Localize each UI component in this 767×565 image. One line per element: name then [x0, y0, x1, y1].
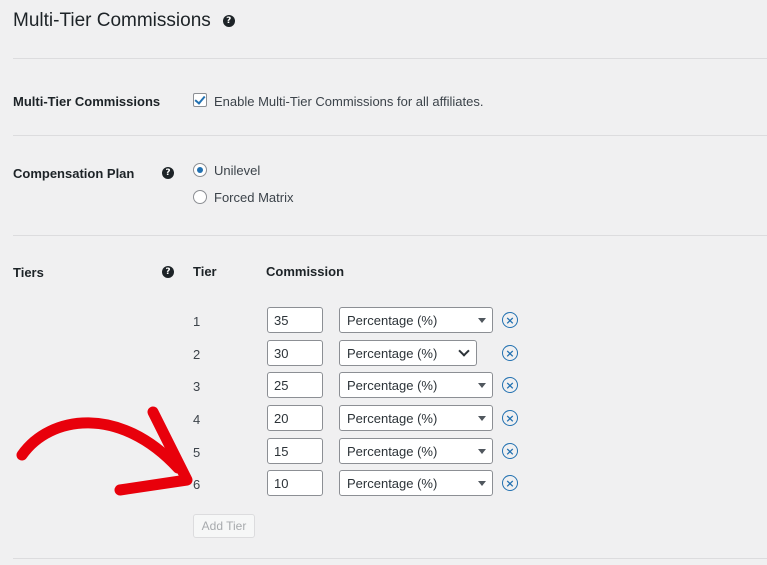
- commission-input[interactable]: 30: [267, 340, 323, 366]
- help-icon[interactable]: ?: [162, 266, 174, 278]
- commission-type-select[interactable]: Percentage (%): [339, 438, 493, 464]
- enable-multi-tier-checkbox[interactable]: [193, 93, 207, 107]
- enable-label: Multi-Tier Commissions: [13, 94, 161, 109]
- remove-tier-icon[interactable]: ×: [502, 377, 518, 393]
- enable-checkbox-label[interactable]: Enable Multi-Tier Commissions for all af…: [214, 94, 483, 109]
- commission-input[interactable]: 10: [267, 470, 323, 496]
- compensation-plan-label: Compensation Plan: [13, 166, 135, 181]
- tier-number: 3: [193, 379, 201, 394]
- commission-type-select[interactable]: Percentage (%): [339, 307, 493, 333]
- tier-row: 4 20 Percentage (%) ×: [0, 405, 767, 433]
- divider: [13, 58, 767, 59]
- radio-forced-matrix-label[interactable]: Forced Matrix: [214, 190, 293, 205]
- chevron-down-icon: [458, 345, 470, 357]
- tier-column-header: Tier: [193, 264, 217, 279]
- remove-tier-icon[interactable]: ×: [502, 443, 518, 459]
- remove-tier-icon[interactable]: ×: [502, 345, 518, 361]
- tier-number: 5: [193, 445, 201, 460]
- help-icon[interactable]: ?: [222, 15, 235, 27]
- page-title: Multi-Tier Commissions ?: [13, 10, 235, 32]
- caret-down-icon: [478, 383, 486, 388]
- caret-down-icon: [478, 318, 486, 323]
- radio-unilevel[interactable]: [193, 163, 207, 177]
- commission-input[interactable]: 15: [267, 438, 323, 464]
- tier-row: 3 25 Percentage (%) ×: [0, 372, 767, 400]
- tier-number: 2: [193, 347, 201, 362]
- radio-forced-matrix[interactable]: [193, 190, 207, 204]
- caret-down-icon: [478, 416, 486, 421]
- tier-row: 2 30 Percentage (%) ×: [0, 340, 767, 368]
- caret-down-icon: [478, 481, 486, 486]
- commission-type-select[interactable]: Percentage (%): [339, 372, 493, 398]
- commission-input[interactable]: 35: [267, 307, 323, 333]
- radio-unilevel-label[interactable]: Unilevel: [214, 163, 260, 178]
- commission-type-select[interactable]: Percentage (%): [339, 405, 493, 431]
- help-icon[interactable]: ?: [162, 167, 174, 179]
- commission-column-header: Commission: [266, 264, 345, 279]
- remove-tier-icon[interactable]: ×: [502, 312, 518, 328]
- tier-row: 6 10 Percentage (%) ×: [0, 470, 767, 498]
- tier-number: 6: [193, 477, 201, 492]
- add-tier-button[interactable]: Add Tier: [193, 514, 255, 538]
- tier-number: 1: [193, 314, 201, 329]
- tier-row: 1 35 Percentage (%) ×: [0, 307, 767, 335]
- divider: [13, 235, 767, 236]
- tier-number: 4: [193, 412, 201, 427]
- remove-tier-icon[interactable]: ×: [502, 475, 518, 491]
- caret-down-icon: [478, 449, 486, 454]
- commission-type-select[interactable]: Percentage (%): [339, 340, 477, 366]
- commission-input[interactable]: 20: [267, 405, 323, 431]
- commission-input[interactable]: 25: [267, 372, 323, 398]
- tier-row: 5 15 Percentage (%) ×: [0, 438, 767, 466]
- divider: [13, 558, 767, 559]
- commission-type-select[interactable]: Percentage (%): [339, 470, 493, 496]
- remove-tier-icon[interactable]: ×: [502, 410, 518, 426]
- tiers-label: Tiers: [13, 265, 44, 280]
- divider: [13, 135, 767, 136]
